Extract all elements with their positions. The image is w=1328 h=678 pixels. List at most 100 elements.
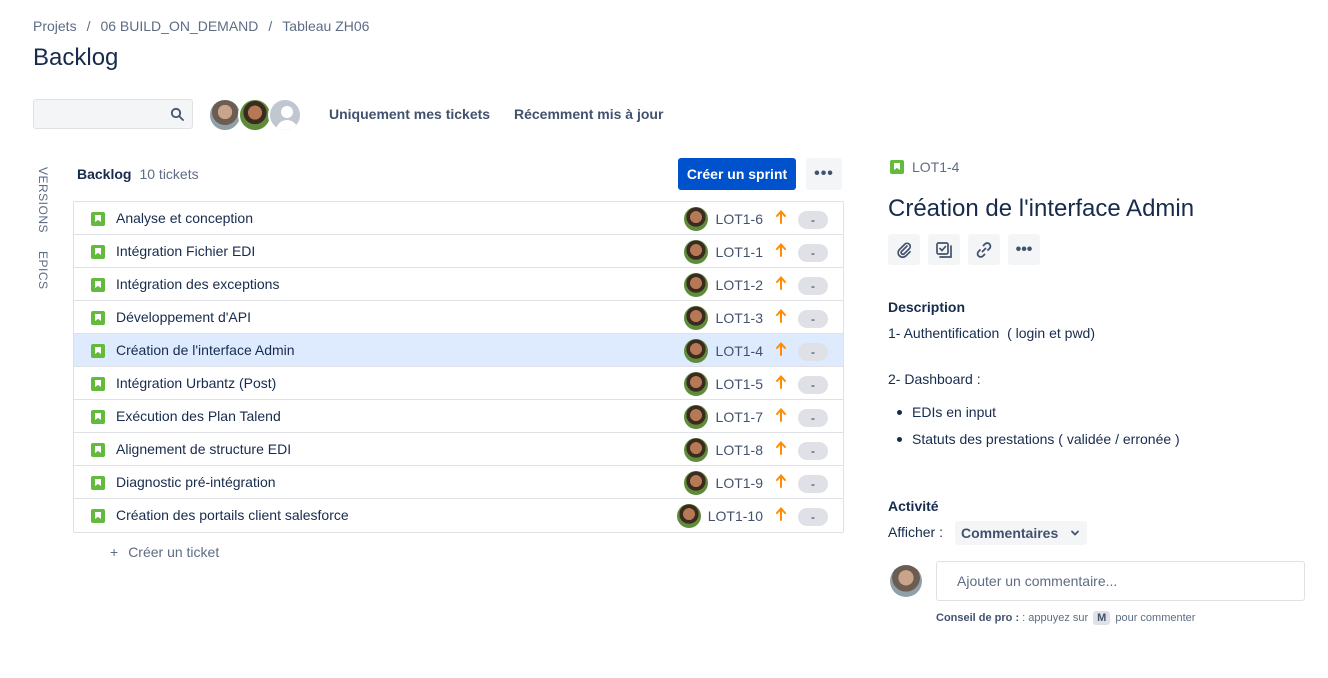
unassigned-avatar[interactable] bbox=[268, 98, 302, 132]
issue-summary: Intégration Fichier EDI bbox=[116, 243, 256, 259]
estimate-badge[interactable]: - bbox=[798, 343, 828, 361]
attach-button[interactable] bbox=[888, 234, 920, 265]
issue-row[interactable]: Création de l'interface Admin LOT1-4 - bbox=[74, 334, 843, 367]
issue-summary: Création de l'interface Admin bbox=[116, 342, 295, 358]
estimate-badge[interactable]: - bbox=[798, 508, 828, 526]
bullet-item: EDIs en input bbox=[896, 404, 1180, 431]
assignee-avatar[interactable] bbox=[684, 207, 708, 231]
priority-high-icon bbox=[776, 308, 786, 323]
search-icon[interactable] bbox=[170, 107, 184, 121]
avatar[interactable] bbox=[208, 98, 242, 132]
detail-title[interactable]: Création de l'interface Admin bbox=[888, 195, 1194, 223]
issue-row[interactable]: Analyse et conception LOT1-6 - bbox=[74, 202, 843, 235]
priority-high-icon bbox=[776, 275, 786, 290]
assignee-avatar[interactable] bbox=[684, 240, 708, 264]
priority-high-icon bbox=[776, 341, 786, 356]
issue-summary: Alignement de structure EDI bbox=[116, 441, 292, 457]
priority-high-icon bbox=[776, 242, 786, 257]
assignee-avatar[interactable] bbox=[684, 306, 708, 330]
plus-icon: + bbox=[110, 544, 119, 560]
backlog-header: Backlog 10 tickets bbox=[77, 166, 199, 182]
breadcrumb-separator: / bbox=[86, 18, 91, 34]
story-icon bbox=[91, 245, 105, 259]
assignee-avatar[interactable] bbox=[684, 471, 708, 495]
story-icon bbox=[91, 311, 105, 325]
detail-actions: ••• bbox=[888, 234, 1040, 265]
issue-row[interactable]: Intégration Fichier EDI LOT1-1 - bbox=[74, 235, 843, 268]
tip-suffix: pour commenter bbox=[1115, 612, 1196, 624]
link-button[interactable] bbox=[968, 234, 1000, 265]
detail-key-label: LOT1-4 bbox=[912, 159, 960, 175]
issue-key[interactable]: LOT1-9 bbox=[716, 475, 763, 491]
issue-key[interactable]: LOT1-1 bbox=[716, 244, 763, 260]
link-icon bbox=[976, 241, 992, 258]
assignee-avatar[interactable] bbox=[684, 372, 708, 396]
issue-key[interactable]: LOT1-5 bbox=[716, 376, 763, 392]
create-ticket-link[interactable]: + Créer un ticket bbox=[110, 544, 229, 560]
pro-tip: Conseil de pro : : appuyez sur M pour co… bbox=[936, 611, 1195, 625]
page-title: Backlog bbox=[33, 44, 119, 71]
issue-summary: Création des portails client salesforce bbox=[116, 507, 349, 523]
filter-only-my-issues[interactable]: Uniquement mes tickets bbox=[329, 106, 490, 122]
estimate-badge[interactable]: - bbox=[798, 442, 828, 460]
backlog-title: Backlog bbox=[77, 166, 132, 182]
priority-high-icon bbox=[776, 506, 786, 521]
subtask-button[interactable] bbox=[928, 234, 960, 265]
issue-key[interactable]: LOT1-10 bbox=[708, 508, 763, 524]
assignee-avatar[interactable] bbox=[684, 438, 708, 462]
issue-summary: Intégration Urbantz (Post) bbox=[116, 375, 277, 391]
filter-recently-updated[interactable]: Récemment mis à jour bbox=[514, 106, 663, 122]
assignee-avatar[interactable] bbox=[684, 339, 708, 363]
estimate-badge[interactable]: - bbox=[798, 277, 828, 295]
issue-row[interactable]: Alignement de structure EDI LOT1-8 - bbox=[74, 433, 843, 466]
avatar[interactable] bbox=[238, 98, 272, 132]
estimate-badge[interactable]: - bbox=[798, 475, 828, 493]
issue-row[interactable]: Développement d'API LOT1-3 - bbox=[74, 301, 843, 334]
issue-key[interactable]: LOT1-2 bbox=[716, 277, 763, 293]
story-icon bbox=[91, 509, 105, 523]
create-ticket-label: Créer un ticket bbox=[128, 544, 220, 560]
story-icon bbox=[890, 160, 904, 174]
issue-row[interactable]: Intégration Urbantz (Post) LOT1-5 - bbox=[74, 367, 843, 400]
detail-issue-key[interactable]: LOT1-4 bbox=[890, 159, 959, 175]
detail-more-button[interactable]: ••• bbox=[1008, 234, 1040, 265]
show-label: Afficher : bbox=[888, 524, 943, 540]
assignee-avatar[interactable] bbox=[684, 273, 708, 297]
tab-epics[interactable]: EPICS bbox=[36, 251, 50, 290]
issue-key[interactable]: LOT1-7 bbox=[716, 409, 763, 425]
checklist-icon bbox=[936, 241, 952, 258]
issue-key[interactable]: LOT1-3 bbox=[716, 310, 763, 326]
assignee-avatar[interactable] bbox=[684, 405, 708, 429]
tab-versions[interactable]: VERSIONS bbox=[36, 167, 50, 233]
current-user-avatar bbox=[890, 565, 922, 597]
issue-summary: Analyse et conception bbox=[116, 210, 253, 226]
story-icon bbox=[91, 278, 105, 292]
priority-high-icon bbox=[776, 374, 786, 389]
issue-key[interactable]: LOT1-6 bbox=[716, 211, 763, 227]
comment-input[interactable] bbox=[936, 561, 1305, 601]
backlog-more-button[interactable]: ••• bbox=[806, 158, 842, 190]
tip-label: Conseil de pro : bbox=[936, 612, 1020, 624]
breadcrumb-project[interactable]: 06 BUILD_ON_DEMAND bbox=[100, 18, 258, 34]
estimate-badge[interactable]: - bbox=[798, 376, 828, 394]
backlog-count: 10 tickets bbox=[139, 166, 199, 182]
estimate-badge[interactable]: - bbox=[798, 211, 828, 229]
estimate-badge[interactable]: - bbox=[798, 409, 828, 427]
issue-row[interactable]: Intégration des exceptions LOT1-2 - bbox=[74, 268, 843, 301]
issue-row[interactable]: Création des portails client salesforce L… bbox=[74, 499, 843, 532]
search-input[interactable] bbox=[34, 100, 192, 128]
breadcrumb-projects[interactable]: Projets bbox=[33, 18, 77, 34]
chevron-down-icon bbox=[1071, 530, 1079, 536]
priority-high-icon bbox=[776, 209, 786, 224]
issue-row[interactable]: Exécution des Plan Talend LOT1-7 - bbox=[74, 400, 843, 433]
activity-filter-select[interactable]: Commentaires bbox=[955, 521, 1087, 545]
create-sprint-button[interactable]: Créer un sprint bbox=[678, 158, 796, 190]
issue-key[interactable]: LOT1-8 bbox=[716, 442, 763, 458]
bullet-item: Statuts des prestations ( validée / erro… bbox=[896, 431, 1180, 458]
estimate-badge[interactable]: - bbox=[798, 244, 828, 262]
issue-row[interactable]: Diagnostic pré-intégration LOT1-9 - bbox=[74, 466, 843, 499]
assignee-avatar[interactable] bbox=[677, 504, 701, 528]
issue-key[interactable]: LOT1-4 bbox=[716, 343, 763, 359]
breadcrumb-board[interactable]: Tableau ZH06 bbox=[282, 18, 369, 34]
estimate-badge[interactable]: - bbox=[798, 310, 828, 328]
